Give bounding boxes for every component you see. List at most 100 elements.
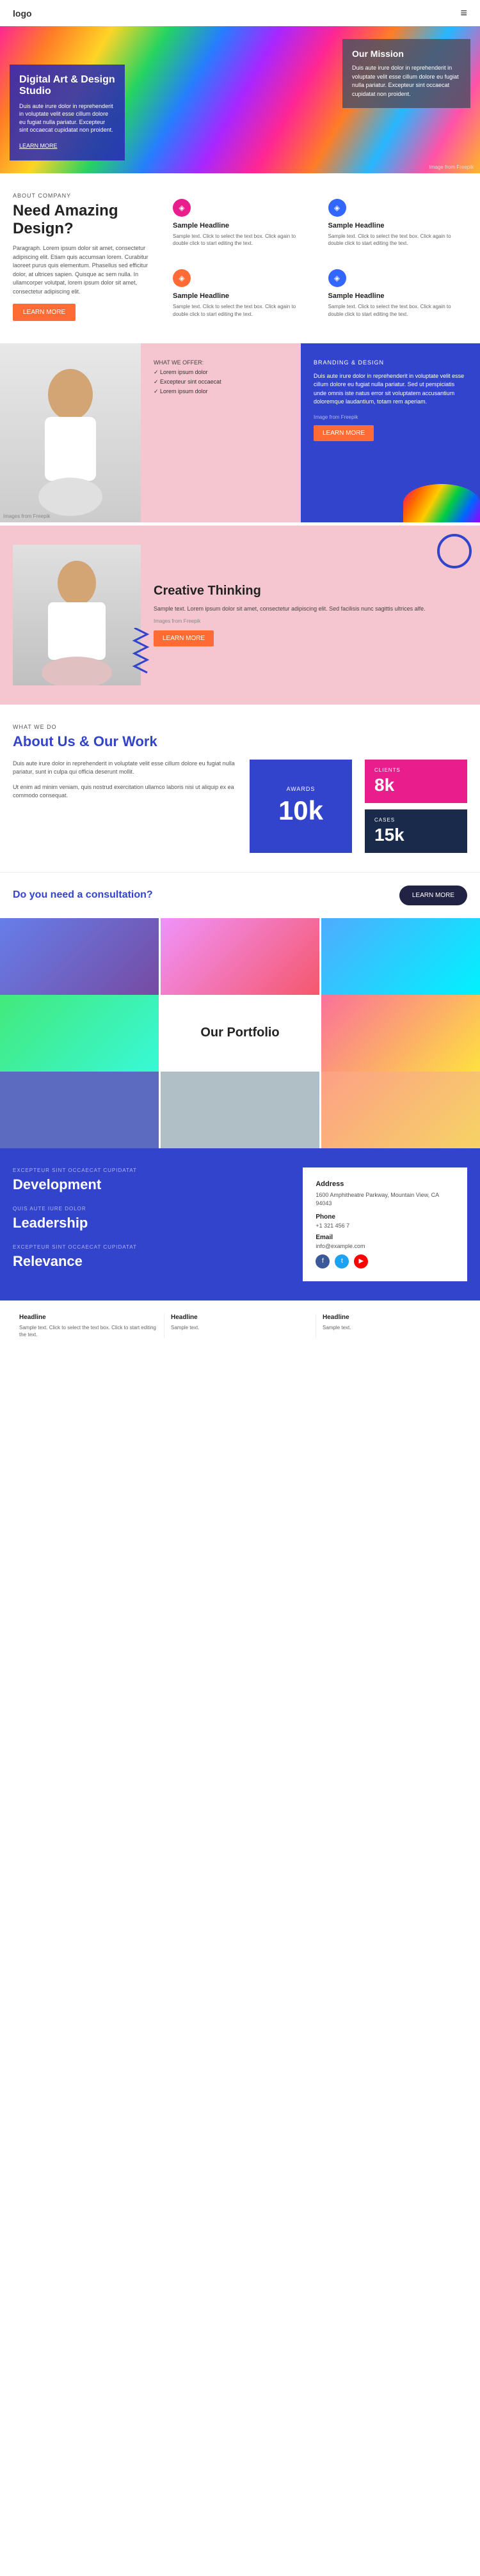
leadership-subtitle: QUIS AUTE IURE DOLOR	[13, 1206, 290, 1212]
footer-section-development: EXCEPTEUR SINT OCCAECAT CUPIDATAT Develo…	[13, 1167, 290, 1193]
mission-body: Duis aute irure dolor in reprehenderit i…	[352, 64, 461, 98]
branding-section: WHAT WE OFFER: Lorem ipsum dolor Excepte…	[0, 343, 480, 522]
person-illustration	[13, 350, 128, 516]
portfolio-cell-7	[0, 1072, 159, 1148]
about-grid: Duis aute irure dolor in reprehenderit i…	[13, 760, 467, 853]
card-1-body: Sample text. Click to select the text bo…	[173, 233, 306, 247]
facebook-icon[interactable]: f	[316, 1254, 330, 1268]
relevance-title: Relevance	[13, 1253, 290, 1270]
headline-card-1: ◈ Sample Headline Sample text. Click to …	[166, 192, 312, 253]
card-2-title: Sample Headline	[328, 222, 461, 230]
clients-number: 8k	[374, 775, 458, 795]
need-design-learn-more-button[interactable]: LEARN MORE	[13, 304, 76, 321]
headline-card-4: ◈ Sample Headline Sample text. Click to …	[322, 263, 468, 324]
hero-section: Digital Art & Design Studio Duis aute ir…	[0, 26, 480, 173]
creative-image-credit: Images from Freepik	[154, 618, 467, 624]
cases-number: 15k	[374, 825, 458, 845]
development-col: EXCEPTEUR SINT OCCAECAT CUPIDATAT Develo…	[13, 1167, 290, 1193]
portfolio-title-cell: Our Portfolio	[161, 995, 319, 1072]
creative-section: Creative Thinking Sample text. Lorem ips…	[0, 526, 480, 705]
headline-card-3: ◈ Sample Headline Sample text. Click to …	[166, 263, 312, 324]
hero-title: Digital Art & Design Studio	[19, 74, 115, 97]
brand-image-credit: Image from Freepik	[314, 414, 467, 420]
portfolio-cell-2	[161, 918, 319, 995]
offer-item-3: Lorem ipsum dolor	[154, 388, 288, 395]
offer-list: Lorem ipsum dolor Excepteur sint occaeca…	[154, 369, 288, 395]
consultation-learn-more-button[interactable]: LEARN MORE	[399, 886, 467, 905]
bottom-col-1-title: Headline	[19, 1314, 157, 1321]
hero-body: Duis aute irure dolor in reprehenderit i…	[19, 102, 115, 134]
card-3-body: Sample text. Click to select the text bo…	[173, 303, 306, 317]
navbar: logo ≡	[0, 0, 480, 26]
about-section: WHAT WE DO About Us & Our Work Duis aute…	[0, 705, 480, 872]
woman-illustration	[13, 545, 141, 685]
footer-sections-group: EXCEPTEUR SINT OCCAECAT CUPIDATAT Develo…	[13, 1167, 290, 1281]
cases-label: CASES	[374, 817, 458, 823]
social-icons-group: f t ▶	[316, 1254, 454, 1268]
twitter-icon[interactable]: t	[335, 1254, 349, 1268]
portfolio-title: Our Portfolio	[200, 1026, 279, 1040]
creative-learn-more-button[interactable]: LEARN MORE	[154, 630, 214, 646]
portfolio-cell-1	[0, 918, 159, 995]
contact-card: Address 1600 Amphitheatre Parkway, Mount…	[303, 1167, 467, 1281]
branding-offer-content: WHAT WE OFFER: Lorem ipsum dolor Excepte…	[141, 343, 301, 522]
branding-rainbow-decoration	[403, 484, 480, 522]
bottom-col-1-body: Sample text. Click to select the text bo…	[19, 1324, 157, 1338]
awards-number: 10k	[278, 795, 323, 826]
consultation-text: Do you need a consultation?	[13, 889, 153, 901]
offer-item-2: Excepteur sint occaecat	[154, 379, 288, 386]
creative-body: Sample text. Lorem ipsum dolor sit amet,…	[154, 605, 467, 614]
card-4-icon: ◈	[328, 269, 346, 287]
clients-stat-card: CLIENTS 8k	[365, 760, 467, 803]
card-2-icon: ◈	[328, 199, 346, 217]
creative-person-image	[13, 545, 141, 685]
bottom-col-2-title: Headline	[171, 1314, 309, 1321]
brand-body: Duis aute irure dolor in reprehenderit i…	[314, 372, 467, 407]
portfolio-cell-8	[161, 1072, 319, 1148]
leadership-title: Leadership	[13, 1215, 290, 1231]
card-2-body: Sample text. Click to select the text bo…	[328, 233, 461, 247]
portfolio-cell-4	[0, 995, 159, 1072]
bottom-links-section: Headline Sample text. Click to select th…	[0, 1300, 480, 1351]
bottom-col-3-body: Sample text.	[323, 1324, 461, 1331]
menu-icon[interactable]: ≡	[460, 6, 467, 20]
need-design-cards: ◈ Sample Headline Sample text. Click to …	[166, 192, 467, 324]
footer-section-leadership: QUIS AUTE IURE DOLOR Leadership	[13, 1206, 290, 1231]
awards-card: AWARDS 10k	[250, 760, 352, 853]
hero-learn-more-link[interactable]: LEARN MORE	[19, 143, 58, 149]
about-para-2: Ut enim ad minim veniam, quis nostrud ex…	[13, 783, 237, 800]
address-label: Address	[316, 1180, 454, 1188]
branding-learn-more-button[interactable]: LEARN MORE	[314, 425, 374, 441]
bottom-col-3-title: Headline	[323, 1314, 461, 1321]
development-title: Development	[13, 1176, 290, 1193]
need-design-section: ABOUT COMPANY Need Amazing Design? Parag…	[0, 173, 480, 343]
hero-text-box: Digital Art & Design Studio Duis aute ir…	[10, 65, 125, 160]
address-text: 1600 Amphitheatre Parkway, Mountain View…	[316, 1191, 454, 1208]
branding-person-image	[0, 343, 141, 522]
about-label: ABOUT COMPANY	[13, 192, 154, 199]
creative-title: Creative Thinking	[154, 584, 467, 598]
phone-label: Phone	[316, 1214, 454, 1221]
creative-content: Creative Thinking Sample text. Lorem ips…	[154, 584, 467, 647]
youtube-icon[interactable]: ▶	[354, 1254, 368, 1268]
about-what-label: WHAT WE DO	[13, 724, 467, 730]
need-design-left: ABOUT COMPANY Need Amazing Design? Parag…	[13, 192, 154, 324]
headline-card-2: ◈ Sample Headline Sample text. Click to …	[322, 192, 468, 253]
portfolio-cell-3	[321, 918, 480, 995]
awards-label: AWARDS	[287, 786, 316, 792]
mission-title: Our Mission	[352, 49, 461, 59]
hero-mission-box: Our Mission Duis aute irure dolor in rep…	[342, 39, 470, 108]
phone-value: +1 321 456 7	[316, 1222, 454, 1229]
portfolio-row-1	[0, 918, 480, 995]
card-1-title: Sample Headline	[173, 222, 306, 230]
development-subtitle: EXCEPTEUR SINT OCCAECAT CUPIDATAT	[13, 1167, 290, 1173]
stats-column: CLIENTS 8k CASES 15k	[365, 760, 467, 853]
logo: logo	[13, 8, 32, 19]
clients-label: CLIENTS	[374, 767, 458, 773]
relevance-col: EXCEPTEUR SINT OCCAECAT CUPIDATAT Releva…	[13, 1244, 290, 1270]
portfolio-section: Our Portfolio	[0, 918, 480, 1148]
footer-top-section: EXCEPTEUR SINT OCCAECAT CUPIDATAT Develo…	[0, 1148, 480, 1300]
card-3-icon: ◈	[173, 269, 191, 287]
offer-item-1: Lorem ipsum dolor	[154, 369, 288, 376]
brand-label: BRANDING & DESIGN	[314, 359, 467, 366]
